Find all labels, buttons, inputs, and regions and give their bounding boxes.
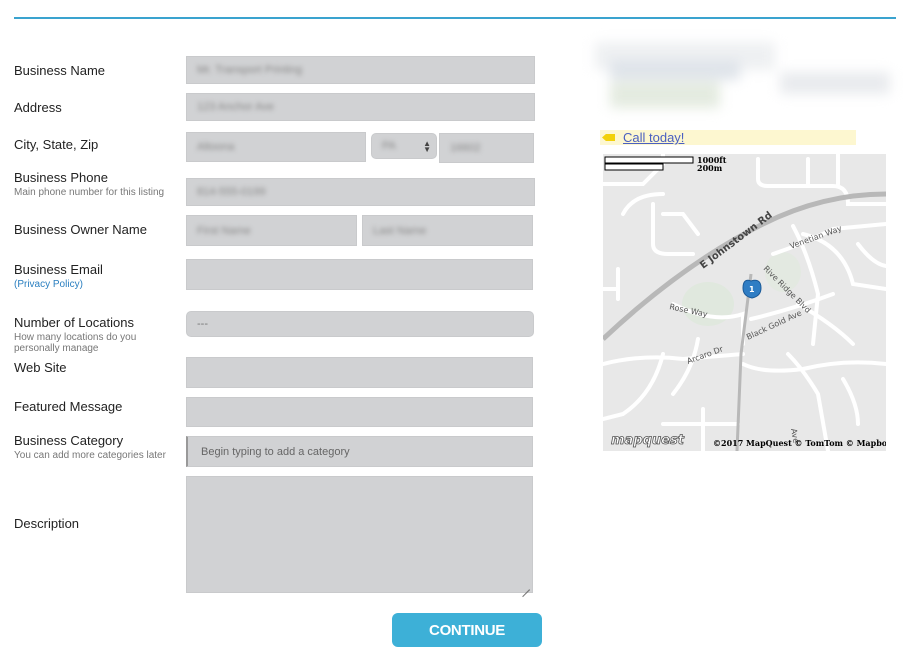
top-divider bbox=[14, 17, 896, 19]
description-label: Description bbox=[14, 516, 80, 531]
business-category-help: You can add more categories later bbox=[14, 450, 166, 461]
state-select[interactable]: PA ▲ ▼ bbox=[371, 133, 437, 159]
business-phone-help: Main phone number for this listing bbox=[14, 187, 165, 198]
address-value: 123 Anchor Ave bbox=[197, 101, 274, 113]
zip-value: 16602 bbox=[450, 142, 481, 154]
resize-handle-icon[interactable] bbox=[522, 582, 530, 590]
business-phone-value: 814-555-0199 bbox=[197, 186, 266, 198]
business-phone-input[interactable]: 814-555-0199 bbox=[186, 178, 535, 206]
business-name-value: Mr. Transport Printing bbox=[197, 64, 303, 76]
map-svg: E Johnstown Rd Venetian Way Rive Ridge B… bbox=[603, 154, 886, 451]
city-value: Altoona bbox=[197, 141, 235, 153]
last-name-placeholder: Last Name bbox=[373, 224, 427, 237]
business-name-label: Business Name bbox=[14, 63, 106, 78]
city-state-zip-label: City, State, Zip bbox=[14, 137, 99, 152]
business-category-input[interactable]: Begin typing to add a category bbox=[186, 436, 533, 467]
map-copyright: ©2017 MapQuest © TomTom © Mapbox bbox=[713, 438, 886, 448]
city-input[interactable]: Altoona bbox=[186, 132, 366, 162]
featured-message-input[interactable] bbox=[186, 397, 533, 427]
continue-button[interactable]: CONTINUE bbox=[392, 613, 542, 647]
zip-input[interactable]: 16602 bbox=[439, 133, 534, 163]
business-category-label: Business Category bbox=[14, 433, 124, 448]
owner-first-name-input[interactable]: First Name bbox=[186, 215, 357, 246]
business-email-label: Business Email bbox=[14, 262, 103, 277]
num-locations-label: Number of Locations bbox=[14, 315, 134, 330]
tag-icon bbox=[602, 134, 615, 141]
state-value: PA bbox=[382, 140, 396, 152]
address-input[interactable]: 123 Anchor Ave bbox=[186, 93, 535, 121]
featured-message-label: Featured Message bbox=[14, 399, 123, 414]
web-site-label: Web Site bbox=[14, 360, 67, 375]
select-arrows-icon: ▲ ▼ bbox=[423, 139, 431, 154]
num-locations-select[interactable]: --- bbox=[186, 311, 534, 337]
mapquest-logo: mapquest bbox=[611, 433, 685, 448]
call-today-link[interactable]: Call today! bbox=[623, 130, 684, 145]
description-textarea[interactable] bbox=[186, 476, 533, 593]
map-marker-label: 1 bbox=[749, 285, 755, 294]
first-name-placeholder: First Name bbox=[197, 224, 251, 237]
address-label: Address bbox=[14, 100, 62, 115]
blurred-business-image bbox=[590, 42, 898, 120]
num-locations-help: How many locations do you personally man… bbox=[14, 332, 137, 354]
business-phone-label: Business Phone bbox=[14, 170, 108, 185]
owner-last-name-input[interactable]: Last Name bbox=[362, 215, 533, 246]
web-site-input[interactable] bbox=[186, 357, 533, 388]
owner-name-label: Business Owner Name bbox=[14, 222, 147, 237]
business-name-input[interactable]: Mr. Transport Printing bbox=[186, 56, 535, 84]
business-email-input[interactable] bbox=[186, 259, 533, 290]
map-scale-m: 200m bbox=[697, 163, 723, 173]
map[interactable]: E Johnstown Rd Venetian Way Rive Ridge B… bbox=[603, 154, 886, 451]
privacy-policy-link[interactable]: (Privacy Policy) bbox=[14, 279, 83, 290]
map-marker-icon: 1 bbox=[742, 279, 762, 299]
call-today-bar: Call today! bbox=[600, 130, 856, 145]
